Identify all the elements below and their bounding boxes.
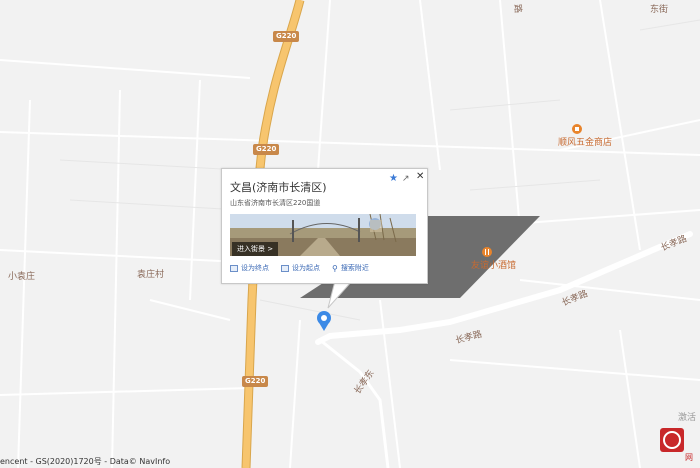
flag-end-icon <box>230 264 238 272</box>
set-origin-label: 设为起点 <box>292 264 320 272</box>
share-icon[interactable]: ↗ <box>402 174 410 184</box>
road-label-top-left: 路 <box>511 3 523 14</box>
search-nearby-label: 搜索附近 <box>340 264 369 272</box>
popup-title: 文昌(济南市长清区) <box>230 181 327 194</box>
highway-shield-g220-bottom: G220 <box>242 376 269 387</box>
set-origin-button[interactable]: 设为起点 <box>281 263 320 273</box>
hardware-store-icon[interactable] <box>572 124 582 134</box>
highway-shield-g220-top: G220 <box>273 31 300 42</box>
close-icon[interactable]: ✕ <box>416 171 424 182</box>
place-label-activate: 激活 <box>678 413 697 423</box>
streetview-thumbnail[interactable]: 进入街景 > <box>230 214 416 256</box>
place-label-xiaoyuanzhuang: 小袁庄 <box>8 272 36 282</box>
search-nearby-button[interactable]: ⚲ 搜索附近 <box>332 263 369 273</box>
highway-shield-g220-mid: G220 <box>253 144 280 155</box>
watermark-text: 网 <box>685 453 693 462</box>
flag-start-icon <box>281 264 289 272</box>
favorite-star-icon[interactable]: ★ <box>389 173 398 184</box>
poi-label-tavern[interactable]: 友谊小酒馆 <box>471 258 516 271</box>
set-destination-button[interactable]: 设为终点 <box>230 263 269 273</box>
search-icon: ⚲ <box>332 263 338 273</box>
poi-label-hardware-store[interactable]: 顺风五金商店 <box>558 135 612 148</box>
restaurant-icon[interactable] <box>482 247 492 257</box>
map-copyright: encent - GS(2020)1720号 - Data© NavInfo <box>0 457 171 466</box>
road-label-top-right: 东街 <box>650 5 669 15</box>
popup-actions: 设为终点 设为起点 ⚲ 搜索附近 <box>230 263 369 273</box>
place-info-popup: 文昌(济南市长清区) 山东省济南市长清区220国道 进入街景 > 设为终点 设为… <box>221 168 428 284</box>
popup-address: 山东省济南市长清区220国道 <box>230 199 321 207</box>
place-label-yuanzhuangcun: 袁庄村 <box>137 270 165 280</box>
set-destination-label: 设为终点 <box>241 264 269 272</box>
watermark-logo <box>660 428 684 452</box>
enter-streetview-button[interactable]: 进入街景 > <box>232 242 279 256</box>
